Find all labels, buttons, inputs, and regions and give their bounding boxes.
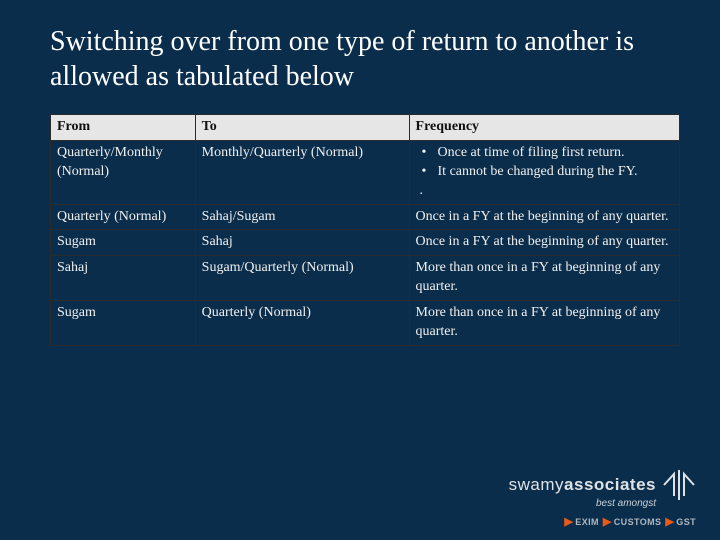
table-row: Sahaj Sugam/Quarterly (Normal) More than…	[51, 256, 680, 301]
cell-from: Quarterly/Monthly (Normal)	[51, 140, 196, 204]
table-header-row: From To Frequency	[51, 115, 680, 141]
pillar-item: ▶EXIM	[564, 515, 598, 528]
cell-frequency: More than once in a FY at beginning of a…	[409, 301, 679, 346]
table-row: Quarterly/Monthly (Normal) Monthly/Quart…	[51, 140, 680, 204]
table-row: Quarterly (Normal) Sahaj/Sugam Once in a…	[51, 204, 680, 230]
freq-bullet: It cannot be changed during the FY.	[420, 163, 673, 182]
brand-block: swamyassociates best amongst ▶EXIM ▶CUST…	[509, 470, 696, 528]
cell-to: Monthly/Quarterly (Normal)	[195, 140, 409, 204]
cell-from: Sugam	[51, 301, 196, 346]
chevron-right-icon: ▶	[603, 515, 612, 528]
pillar-item: ▶CUSTOMS	[603, 515, 662, 528]
cell-to: Sahaj	[195, 230, 409, 256]
brand-logo-icon	[662, 470, 696, 500]
freq-suffix: .	[416, 182, 673, 201]
brand-pillars: ▶EXIM ▶CUSTOMS ▶GST	[509, 515, 696, 528]
cell-frequency: Once in a FY at the beginning of any qua…	[409, 230, 679, 256]
cell-from: Quarterly (Normal)	[51, 204, 196, 230]
chevron-right-icon: ▶	[665, 515, 674, 528]
cell-to: Quarterly (Normal)	[195, 301, 409, 346]
table-row: Sugam Quarterly (Normal) More than once …	[51, 301, 680, 346]
freq-bullet: Once at time of filing first return.	[420, 144, 673, 163]
col-to: To	[195, 115, 409, 141]
cell-frequency: Once in a FY at the beginning of any qua…	[409, 204, 679, 230]
table-row: Sugam Sahaj Once in a FY at the beginnin…	[51, 230, 680, 256]
switch-table: From To Frequency Quarterly/Monthly (Nor…	[50, 114, 680, 346]
pillar-item: ▶GST	[665, 515, 696, 528]
col-from: From	[51, 115, 196, 141]
chevron-right-icon: ▶	[564, 515, 573, 528]
brand-name: swamyassociates	[509, 475, 656, 495]
cell-frequency: Once at time of filing first return. It …	[409, 140, 679, 204]
cell-to: Sugam/Quarterly (Normal)	[195, 256, 409, 301]
cell-from: Sugam	[51, 230, 196, 256]
slide: Switching over from one type of return t…	[0, 0, 720, 346]
cell-from: Sahaj	[51, 256, 196, 301]
cell-to: Sahaj/Sugam	[195, 204, 409, 230]
cell-frequency: More than once in a FY at beginning of a…	[409, 256, 679, 301]
col-frequency: Frequency	[409, 115, 679, 141]
slide-title: Switching over from one type of return t…	[50, 24, 680, 94]
